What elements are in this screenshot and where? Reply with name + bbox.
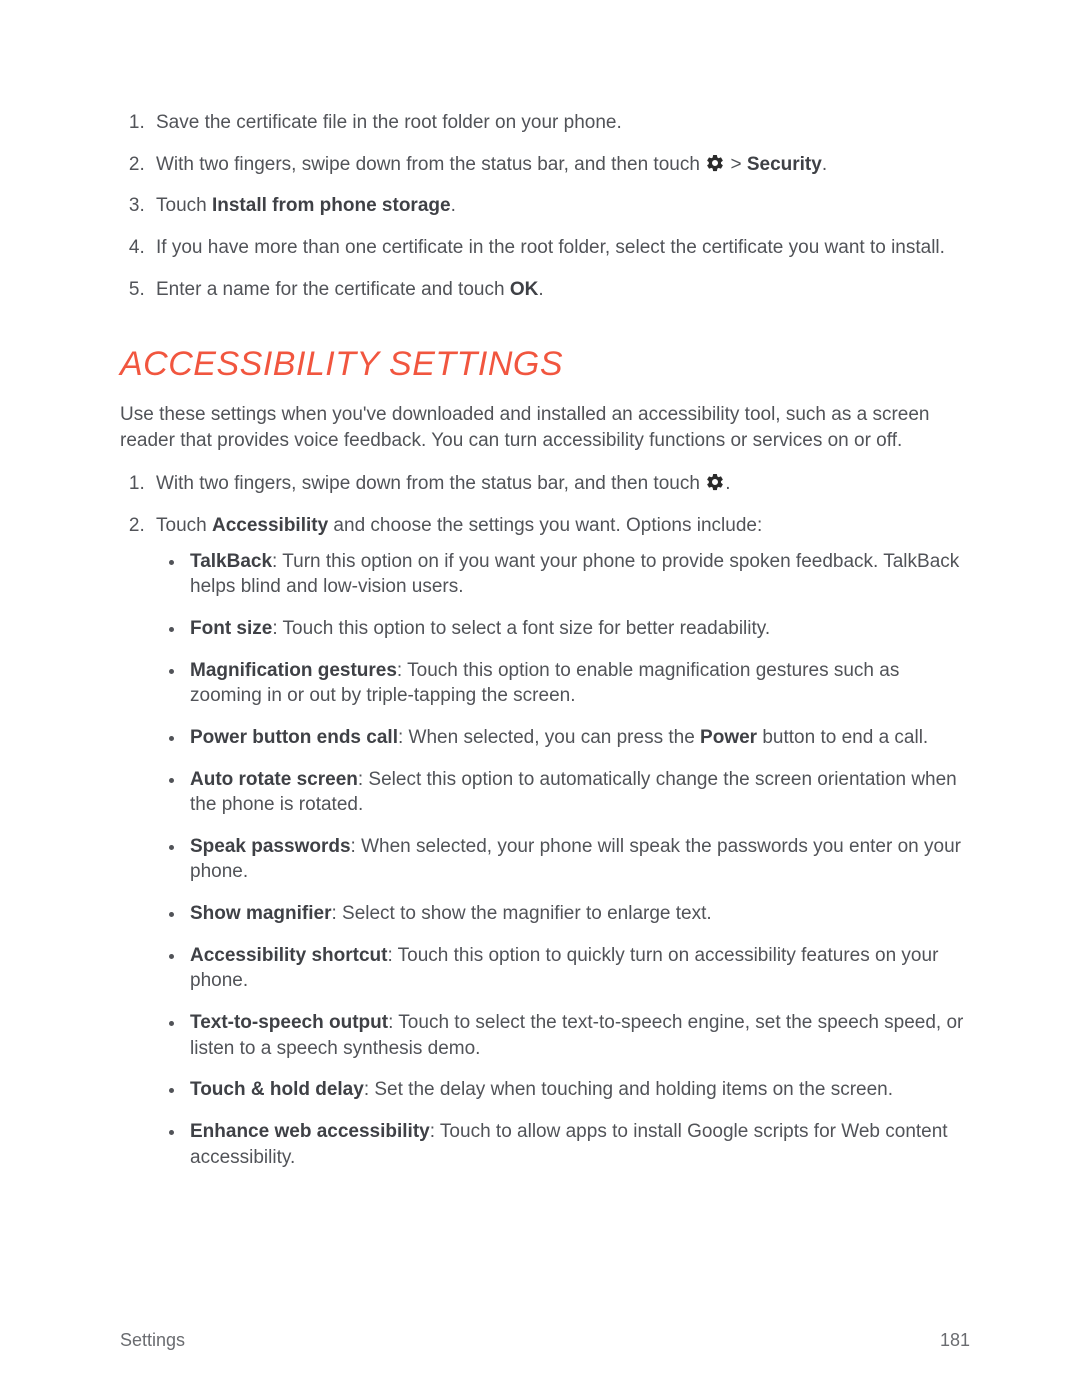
acc-step-2-bold: Accessibility bbox=[212, 515, 328, 536]
cert-step-5-text-a: Enter a name for the certificate and tou… bbox=[156, 279, 510, 300]
option-show-magnifier-title: Show magnifier bbox=[190, 903, 331, 924]
cert-step-5-text-b: . bbox=[538, 279, 543, 300]
accessibility-steps: With two fingers, swipe down from the st… bbox=[120, 471, 970, 1170]
option-enhance-web-title: Enhance web accessibility bbox=[190, 1121, 430, 1142]
cert-step-3-text-a: Touch bbox=[156, 195, 212, 216]
option-accessibility-shortcut: Accessibility shortcut: Touch this optio… bbox=[186, 943, 970, 994]
option-touch-hold-text: : Set the delay when touching and holdin… bbox=[364, 1079, 893, 1100]
cert-step-4-text: If you have more than one certificate in… bbox=[156, 237, 945, 258]
cert-step-1-text: Save the certificate file in the root fo… bbox=[156, 112, 622, 133]
option-talkback-text: : Turn this option on if you want your p… bbox=[190, 551, 959, 598]
cert-step-2-text-a: With two fingers, swipe down from the st… bbox=[156, 154, 705, 175]
option-magnification-title: Magnification gestures bbox=[190, 660, 397, 681]
option-tts-title: Text-to-speech output bbox=[190, 1012, 388, 1033]
section-title: Accessibility Settings bbox=[120, 342, 970, 388]
page: Save the certificate file in the root fo… bbox=[0, 0, 1080, 1397]
option-power-bold2: Power bbox=[700, 727, 757, 748]
cert-step-2-bold: Security bbox=[747, 154, 822, 175]
option-power-title: Power button ends call bbox=[190, 727, 398, 748]
cert-step-3: Touch Install from phone storage. bbox=[150, 193, 970, 219]
option-font-size: Font size: Touch this option to select a… bbox=[186, 616, 970, 642]
footer-section: Settings bbox=[120, 1328, 185, 1352]
acc-step-2-text-b: and choose the settings you want. Option… bbox=[328, 515, 762, 536]
settings-gear-icon bbox=[705, 153, 725, 173]
acc-step-2-text-a: Touch bbox=[156, 515, 212, 536]
cert-step-2-text-b: > bbox=[725, 154, 747, 175]
cert-step-3-text-b: . bbox=[451, 195, 456, 216]
cert-step-1: Save the certificate file in the root fo… bbox=[150, 110, 970, 136]
accessibility-options: TalkBack: Turn this option on if you wan… bbox=[156, 549, 970, 1171]
option-tts-output: Text-to-speech output: Touch to select t… bbox=[186, 1010, 970, 1061]
footer-page-number: 181 bbox=[940, 1328, 970, 1352]
certificate-steps: Save the certificate file in the root fo… bbox=[120, 110, 970, 302]
option-speak-passwords-title: Speak passwords bbox=[190, 836, 351, 857]
option-auto-rotate: Auto rotate screen: Select this option t… bbox=[186, 767, 970, 818]
option-speak-passwords: Speak passwords: When selected, your pho… bbox=[186, 834, 970, 885]
cert-step-2-text-c: . bbox=[822, 154, 827, 175]
acc-step-1-text-b: . bbox=[725, 473, 730, 494]
option-auto-rotate-title: Auto rotate screen bbox=[190, 769, 358, 790]
cert-step-5-bold: OK bbox=[510, 279, 539, 300]
settings-gear-icon bbox=[705, 472, 725, 492]
cert-step-5: Enter a name for the certificate and tou… bbox=[150, 277, 970, 303]
acc-step-1: With two fingers, swipe down from the st… bbox=[150, 471, 970, 497]
acc-step-1-text-a: With two fingers, swipe down from the st… bbox=[156, 473, 705, 494]
option-accessibility-shortcut-title: Accessibility shortcut bbox=[190, 945, 387, 966]
option-font-size-title: Font size bbox=[190, 618, 272, 639]
cert-step-2: With two fingers, swipe down from the st… bbox=[150, 152, 970, 178]
option-magnification: Magnification gestures: Touch this optio… bbox=[186, 658, 970, 709]
option-touch-hold-title: Touch & hold delay bbox=[190, 1079, 364, 1100]
acc-step-2: Touch Accessibility and choose the setti… bbox=[150, 513, 970, 1170]
cert-step-4: If you have more than one certificate in… bbox=[150, 235, 970, 261]
option-show-magnifier-text: : Select to show the magnifier to enlarg… bbox=[331, 903, 711, 924]
option-show-magnifier: Show magnifier: Select to show the magni… bbox=[186, 901, 970, 927]
cert-step-3-bold: Install from phone storage bbox=[212, 195, 451, 216]
option-power-text-b: button to end a call. bbox=[757, 727, 928, 748]
option-enhance-web: Enhance web accessibility: Touch to allo… bbox=[186, 1119, 970, 1170]
option-power-ends-call: Power button ends call: When selected, y… bbox=[186, 725, 970, 751]
option-talkback: TalkBack: Turn this option on if you wan… bbox=[186, 549, 970, 600]
option-power-text-a: : When selected, you can press the bbox=[398, 727, 700, 748]
page-footer: Settings 181 bbox=[120, 1328, 970, 1352]
intro-paragraph: Use these settings when you've downloade… bbox=[120, 402, 970, 453]
option-touch-hold-delay: Touch & hold delay: Set the delay when t… bbox=[186, 1077, 970, 1103]
option-font-size-text: : Touch this option to select a font siz… bbox=[272, 618, 770, 639]
option-talkback-title: TalkBack bbox=[190, 551, 272, 572]
